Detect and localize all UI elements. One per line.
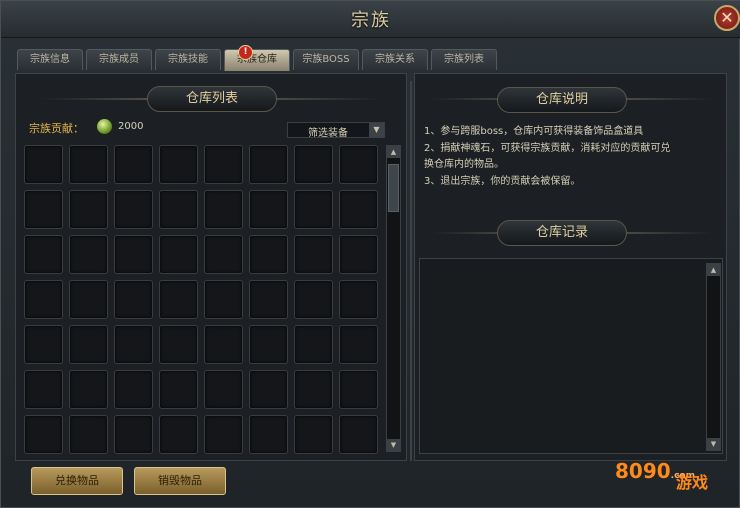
- inventory-slot[interactable]: [249, 325, 288, 364]
- inventory-slot[interactable]: [249, 190, 288, 229]
- warehouse-desc-title: 仓库说明: [497, 87, 627, 113]
- inventory-slot[interactable]: [159, 415, 198, 454]
- inventory-slot[interactable]: [24, 415, 63, 454]
- inventory-slot[interactable]: [114, 145, 153, 184]
- inventory-slot[interactable]: [249, 235, 288, 274]
- tab-clan-info[interactable]: 宗族信息: [17, 49, 83, 70]
- inventory-slot[interactable]: [339, 370, 378, 409]
- tab-clan-warehouse[interactable]: 宗族仓库: [224, 49, 290, 71]
- inventory-slot[interactable]: [339, 325, 378, 364]
- inventory-slot[interactable]: [159, 325, 198, 364]
- inventory-slot[interactable]: [159, 280, 198, 319]
- logo-text: 8090: [615, 459, 671, 483]
- inventory-slot[interactable]: [69, 280, 108, 319]
- scroll-up-icon[interactable]: ▲: [387, 146, 400, 158]
- inventory-slot[interactable]: [114, 370, 153, 409]
- inventory-slot[interactable]: [24, 325, 63, 364]
- inventory-slot[interactable]: [204, 235, 243, 274]
- title-bar: 宗族 ✕: [1, 1, 740, 38]
- inventory-slot[interactable]: [69, 190, 108, 229]
- contribution-label: 宗族贡献：: [29, 122, 84, 135]
- record-scrollbar[interactable]: ▲ ▼: [706, 263, 721, 451]
- inventory-slot[interactable]: [69, 325, 108, 364]
- inventory-slot[interactable]: [204, 190, 243, 229]
- notification-badge: !: [238, 45, 253, 60]
- desc-line: 3、退出宗族，你的贡献会被保留。: [424, 176, 581, 187]
- tab-clan-relations[interactable]: 宗族关系: [362, 49, 428, 70]
- inventory-slot[interactable]: [114, 325, 153, 364]
- scroll-thumb[interactable]: [388, 164, 399, 212]
- inventory-slot[interactable]: [204, 280, 243, 319]
- inventory-slot[interactable]: [294, 370, 333, 409]
- desc-line: 换仓库内的物品。: [424, 159, 504, 170]
- warehouse-list-title: 仓库列表: [147, 86, 277, 112]
- warehouse-record-title: 仓库记录: [497, 220, 627, 246]
- inventory-slot[interactable]: [159, 190, 198, 229]
- inventory-slot[interactable]: [294, 145, 333, 184]
- inventory-slot[interactable]: [114, 190, 153, 229]
- inventory-slot[interactable]: [339, 190, 378, 229]
- tab-clan-boss[interactable]: 宗族BOSS: [293, 49, 359, 70]
- inventory-slot[interactable]: [249, 370, 288, 409]
- inventory-slot[interactable]: [204, 370, 243, 409]
- inventory-slot[interactable]: [249, 280, 288, 319]
- inventory-slot[interactable]: [294, 235, 333, 274]
- contribution-value: 2000: [118, 121, 144, 132]
- window-title: 宗族: [351, 10, 391, 31]
- inventory-slot[interactable]: [249, 145, 288, 184]
- inventory-slot[interactable]: [294, 190, 333, 229]
- tab-clan-skills[interactable]: 宗族技能: [155, 49, 221, 70]
- inventory-slot[interactable]: [24, 145, 63, 184]
- inventory-slot[interactable]: [159, 235, 198, 274]
- panel-divider: [410, 81, 412, 461]
- filter-label: 筛选装备: [308, 128, 348, 139]
- inventory-slot[interactable]: [114, 415, 153, 454]
- inventory-slot[interactable]: [204, 145, 243, 184]
- inventory-slot[interactable]: [294, 325, 333, 364]
- inventory-slot[interactable]: [114, 280, 153, 319]
- inventory-slot[interactable]: [24, 280, 63, 319]
- inventory-slot[interactable]: [339, 145, 378, 184]
- desc-line: 2、捐献神魂石，可获得宗族贡献，消耗对应的贡献可兑: [424, 143, 671, 154]
- inventory-slot[interactable]: [249, 415, 288, 454]
- inventory-slot[interactable]: [339, 235, 378, 274]
- exchange-button[interactable]: 兑换物品: [31, 467, 123, 495]
- inventory-slot[interactable]: [24, 235, 63, 274]
- inventory-slot[interactable]: [159, 370, 198, 409]
- close-icon[interactable]: ✕: [714, 5, 740, 31]
- record-list: [419, 258, 723, 454]
- destroy-button[interactable]: 销毁物品: [134, 467, 226, 495]
- inventory-slot[interactable]: [69, 145, 108, 184]
- tab-clan-list[interactable]: 宗族列表: [431, 49, 497, 70]
- inventory-slot[interactable]: [69, 235, 108, 274]
- inventory-slot[interactable]: [24, 190, 63, 229]
- inventory-slot[interactable]: [294, 415, 333, 454]
- filter-dropdown[interactable]: 筛选装备 ▼: [287, 122, 385, 139]
- scroll-down-icon[interactable]: ▼: [387, 439, 400, 451]
- inventory-slot[interactable]: [24, 370, 63, 409]
- inventory-slot[interactable]: [204, 415, 243, 454]
- inventory-slot[interactable]: [339, 415, 378, 454]
- gem-icon: [97, 119, 112, 134]
- inventory-slot[interactable]: [204, 325, 243, 364]
- chevron-down-icon[interactable]: ▼: [369, 123, 384, 137]
- inventory-slot[interactable]: [114, 235, 153, 274]
- logo-suffix: 游戏: [676, 473, 709, 492]
- inventory-slot[interactable]: [339, 280, 378, 319]
- inventory-slot[interactable]: [69, 415, 108, 454]
- scroll-down-icon[interactable]: ▼: [707, 438, 720, 450]
- clan-window: 宗族 ✕ 宗族信息 宗族成员 宗族技能 宗族仓库 宗族BOSS 宗族关系 宗族列…: [0, 0, 740, 508]
- scroll-up-icon[interactable]: ▲: [707, 264, 720, 276]
- desc-line: 1、参与跨服boss，仓库内可获得装备饰品盒道具: [424, 126, 644, 137]
- inventory-slot[interactable]: [294, 280, 333, 319]
- inventory-slot[interactable]: [69, 370, 108, 409]
- tab-clan-members[interactable]: 宗族成员: [86, 49, 152, 70]
- warehouse-scrollbar[interactable]: ▲ ▼: [386, 145, 401, 452]
- inventory-slot[interactable]: [159, 145, 198, 184]
